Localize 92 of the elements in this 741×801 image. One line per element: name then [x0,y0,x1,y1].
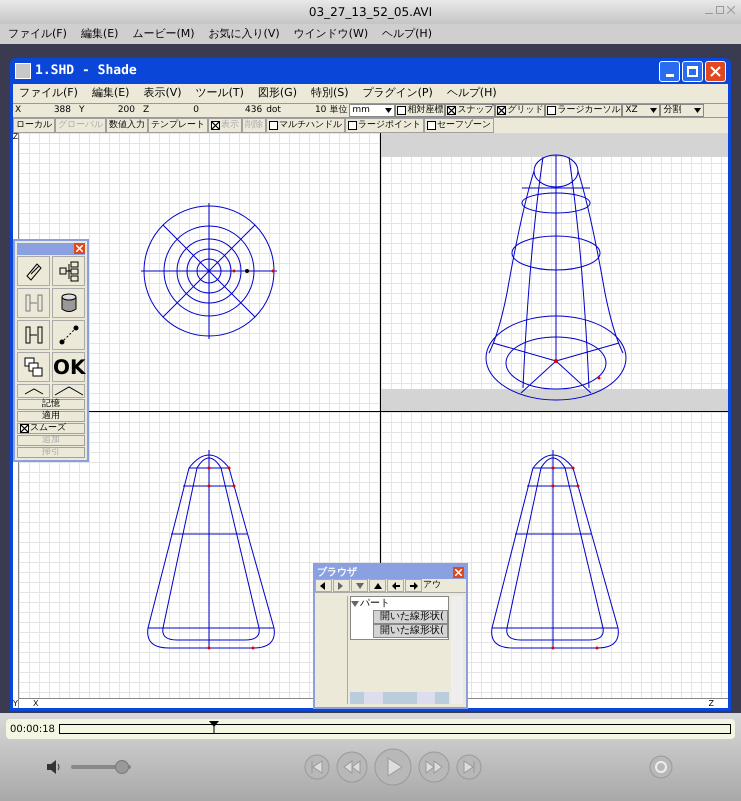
menu-item[interactable]: 編集(E) [92,85,130,102]
menu-item[interactable]: プラグイン(P) [362,85,433,102]
axis-label: Z [12,133,18,141]
nav-arrow-button[interactable] [369,579,386,592]
app-icon [15,63,31,79]
palette-title: ブラウザ [317,566,357,580]
option-label: ラージカーソル [557,106,620,115]
tool-button[interactable]: 適用 [17,411,85,422]
menu-item[interactable]: ツール(T) [196,85,244,102]
close-button[interactable] [74,243,85,254]
horizontal-scrollbar[interactable] [350,692,449,704]
checkbox[interactable] [427,121,436,130]
playhead[interactable] [209,721,220,734]
dropdown-caret-icon[interactable] [385,108,392,113]
menu-item[interactable]: 編集(E) [80,26,118,42]
checkbox[interactable] [497,106,506,115]
dropdown-caret-icon[interactable] [650,108,658,113]
menu-item[interactable]: ファイル(F) [19,85,78,102]
tool-button[interactable]: ローカル [13,118,55,133]
coordinate-label: Z [143,106,150,115]
option-label: スムーズ [30,424,66,433]
perspective-viewport[interactable] [381,133,728,411]
window-title: 03_27_13_52_05.AVI [308,4,432,21]
coordinate-value: 0 [193,106,199,115]
large-peak-icon[interactable] [54,386,84,396]
maximize-button[interactable] [682,60,703,82]
nav-arrow-button[interactable] [405,579,422,592]
speaker-icon[interactable] [46,760,62,774]
menu-item[interactable]: ファイル(F) [8,26,67,42]
ok-button[interactable]: OK [52,352,85,382]
tool-icon[interactable] [58,324,80,346]
menu-item[interactable]: 図形(G) [258,85,297,102]
option-label: スナップ [457,106,494,115]
tree-child-item[interactable]: 開いた線形状( [373,624,448,638]
minimize-button[interactable] [659,60,680,82]
option-toggle[interactable]: マルチハンドル [266,118,345,133]
axis-label: Z [708,700,714,708]
menu-item[interactable]: 特別(S) [311,85,349,102]
option-label: マルチハンドル [279,121,342,130]
tool-icon[interactable] [22,356,44,378]
menu-item[interactable]: ウインドウ(W) [294,26,368,42]
volume-thumb[interactable] [115,760,129,774]
menu-item[interactable]: ヘルプ(H) [382,26,432,42]
grid-value: 10 [314,106,326,115]
checkbox[interactable] [269,121,278,130]
menu-item[interactable]: お気に入り(V) [208,26,280,42]
timecode: 00:00:18 [10,722,55,736]
unit-select[interactable]: mm [349,104,396,117]
tool-button[interactable]: 記憶 [17,399,85,410]
checkbox[interactable] [397,106,406,115]
option-toggle[interactable]: ラージポイント [345,118,424,133]
checkbox[interactable] [547,106,556,115]
option-label: 相対座標 [407,106,444,115]
coordinate-label: Y [79,106,84,115]
menu-item[interactable]: ヘルプ(H) [446,85,497,102]
option-label: グリッド [507,106,544,115]
dot-unit: dot [266,106,281,115]
close-button[interactable] [705,60,726,82]
menu-item[interactable]: 表示(V) [143,85,182,102]
option-toggle[interactable]: セーフゾーン [424,118,494,133]
tool-button[interactable]: 数値入力 [106,118,148,133]
tool-icon[interactable] [58,260,80,282]
dropdown-caret-icon[interactable] [694,108,702,113]
tool-button[interactable]: テンプレート [148,118,208,133]
close-button[interactable] [453,566,464,578]
tree-item[interactable]: パート [360,597,390,610]
coordinate-label: X [15,106,22,115]
scrub-track[interactable] [58,724,731,734]
split-select[interactable]: 分割 [660,104,704,117]
nav-arrow-button[interactable] [387,579,404,592]
checkbox[interactable] [348,121,357,130]
checkbox[interactable] [20,424,29,433]
option-toggle[interactable]: スムーズ [17,423,85,434]
checkbox[interactable] [447,106,456,115]
option-label: ラージポイント [358,121,421,130]
menu-item[interactable]: ムービー(M) [132,26,195,42]
axis-label: Y [13,700,18,708]
tree-child-item[interactable]: 開いた線形状( [373,610,448,624]
tool-icon[interactable] [22,324,44,346]
coordinate-value: 388 [54,106,71,115]
view-select[interactable]: XZ [622,104,660,117]
unit-label: 単位 [329,106,348,115]
option-label: 表示 [221,121,239,130]
browser-tab[interactable]: アウ [423,578,441,592]
axis-label: X [33,700,38,708]
window-title: 1.SHD - Shade [35,62,137,80]
nav-arrow-button[interactable] [315,579,332,592]
coordinate-value: 200 [118,106,135,115]
expand-triangle-icon[interactable] [351,600,359,608]
option-label: セーフゾーン [437,121,491,130]
small-peak-icon[interactable] [22,387,44,395]
dot-value: 436 [245,106,262,115]
